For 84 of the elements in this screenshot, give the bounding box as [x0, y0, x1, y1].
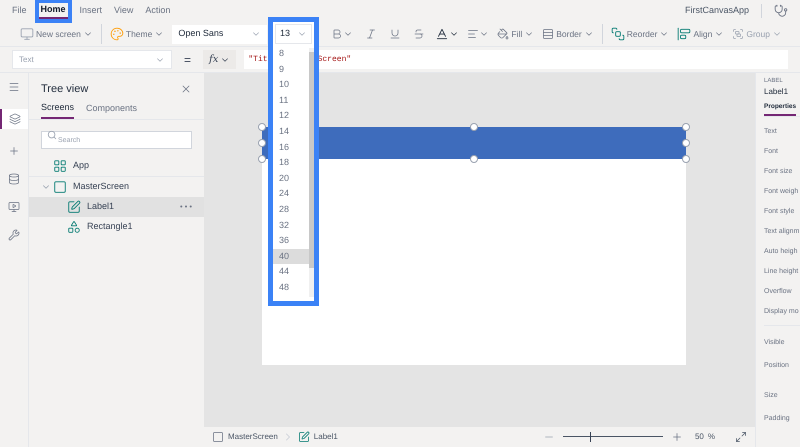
expand-icon [735, 431, 747, 443]
menu-tab[interactable]: View [114, 4, 134, 18]
formula-text: "Tit [248, 54, 268, 66]
strikethrough-icon [413, 28, 426, 40]
tree-item[interactable]: Label1 [29, 196, 204, 216]
grid-icon [53, 158, 67, 172]
underline-icon [389, 28, 402, 40]
edit-label-icon [67, 200, 81, 214]
tree-item[interactable]: Rectangle1 [29, 216, 204, 236]
menu-tab[interactable]: Action [145, 4, 170, 18]
dropdown-option[interactable]: 36 [273, 233, 309, 249]
dropdown-option[interactable]: 18 [273, 155, 309, 171]
search-icon [47, 130, 57, 140]
screen-icon [53, 180, 67, 194]
control-name: Label1 [764, 86, 790, 98]
border-icon [542, 28, 554, 40]
zoom-unit: % [708, 431, 715, 443]
tree-item-label: App [73, 158, 90, 172]
bold-icon [331, 28, 344, 40]
database-icon [8, 173, 20, 185]
menu-icon [8, 81, 20, 93]
tree-item[interactable]: MasterScreen [29, 176, 204, 196]
property-select[interactable]: Text [12, 50, 172, 69]
tree-item-label: MasterScreen [73, 180, 130, 193]
font-color-icon [435, 27, 450, 41]
dropdown-option[interactable]: 20 [273, 170, 309, 186]
tree-item-label: Rectangle1 [87, 220, 133, 233]
resize-handle[interactable] [470, 123, 478, 131]
dropdown-option[interactable]: 28 [273, 202, 309, 218]
fx-button[interactable]: fx [203, 50, 236, 69]
dropdown-option[interactable]: 11 [273, 92, 309, 108]
panel-title: Tree view [41, 82, 88, 97]
fill-button[interactable]: Fill [493, 22, 538, 46]
panel-tab[interactable]: Components [86, 101, 138, 118]
align-button[interactable]: Align [673, 22, 728, 46]
monitor-icon [20, 27, 34, 41]
align-left-icon [467, 28, 480, 40]
reorder-button[interactable]: Reorder [606, 22, 674, 46]
theme-button[interactable]: Theme [106, 22, 168, 46]
layers-icon [9, 113, 21, 125]
dropdown-option[interactable]: 12 [273, 108, 309, 124]
font-select[interactable]: Open Sans [172, 24, 268, 44]
tools-icon [8, 229, 20, 241]
screen-icon [212, 431, 224, 443]
dropdown-option[interactable]: 32 [273, 218, 309, 234]
equals-sign: = [183, 52, 192, 68]
group-icon [732, 28, 744, 40]
insert-icon [8, 145, 20, 157]
font-size-select[interactable]: 13 [275, 24, 312, 44]
border-button[interactable]: Border [538, 22, 598, 46]
formula-text: Screen" [318, 54, 352, 66]
menu-tab[interactable]: Insert [80, 4, 102, 18]
new-screen-button[interactable]: New screen [16, 22, 97, 46]
dropdown-option[interactable]: 48 [273, 280, 309, 296]
reorder-icon [610, 27, 625, 41]
app-name: FirstCanvasApp [684, 4, 762, 18]
dropdown-option[interactable]: 40 [273, 248, 309, 264]
menu-tab[interactable]: File [12, 4, 27, 18]
dropdown-option[interactable]: 24 [273, 186, 309, 202]
tree-item-label: Label1 [87, 200, 114, 213]
stethoscope-icon [774, 4, 788, 18]
breadcrumb-item[interactable]: Label1 [314, 431, 338, 443]
close-icon[interactable] [180, 83, 192, 95]
zoom-value: 50 [694, 431, 704, 443]
resize-handle[interactable] [470, 155, 478, 163]
more-icon[interactable] [180, 205, 192, 208]
breadcrumb-item[interactable]: MasterScreen [228, 431, 278, 443]
dropdown-option[interactable]: 16 [273, 140, 309, 156]
paint-bucket-icon [497, 28, 510, 40]
tree-view-rail-button[interactable] [0, 109, 28, 129]
zoom-slider[interactable] [562, 432, 663, 442]
zoom-in-icon [670, 431, 683, 443]
media-icon [8, 201, 20, 213]
palette-icon [110, 27, 124, 41]
tree-item[interactable]: App [29, 156, 204, 176]
dropdown-option[interactable]: 44 [273, 264, 309, 280]
align-icon [677, 27, 692, 41]
dropdown-option[interactable]: 14 [273, 124, 309, 140]
edit-label-icon [298, 431, 310, 443]
panel-tab[interactable]: Screens [41, 101, 74, 118]
italic-icon [365, 28, 378, 40]
dropdown-option[interactable]: 10 [273, 77, 309, 93]
shapes-icon [67, 220, 81, 234]
scrollbar[interactable] [309, 48, 314, 297]
